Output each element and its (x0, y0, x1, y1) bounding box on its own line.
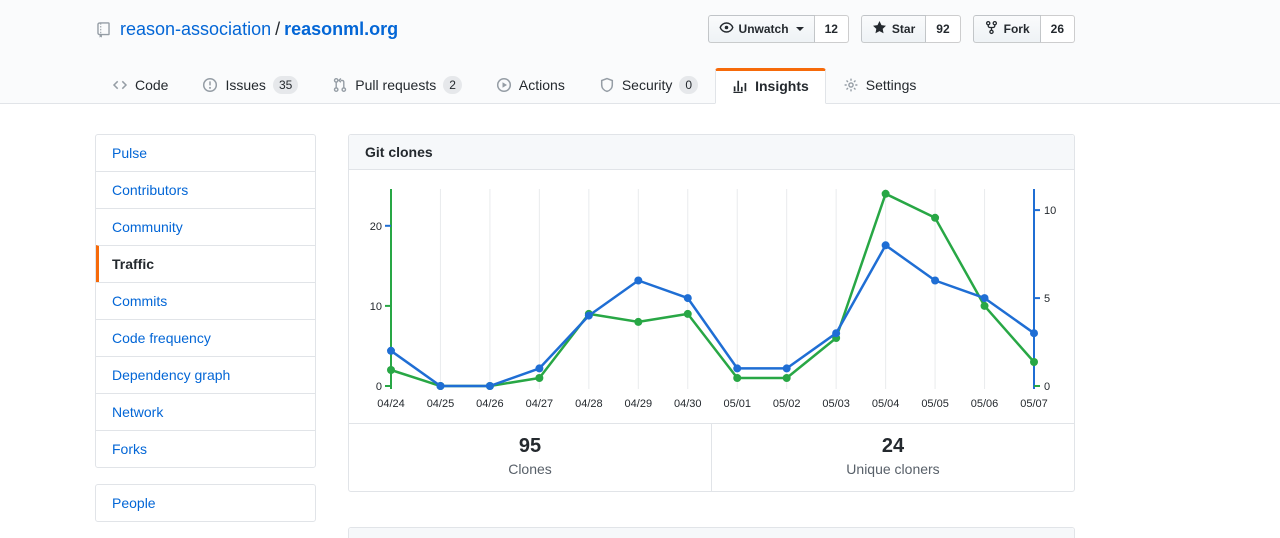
git-clones-panel: Git clones 0 10 20 0 5 10 04/24 04/25 04/26 04/27… (348, 134, 1075, 492)
svg-text:05/03: 05/03 (822, 398, 850, 410)
tab-settings[interactable]: Settings (826, 68, 934, 103)
unwatch-count[interactable]: 12 (815, 15, 849, 43)
sidebar-item-forks[interactable]: Forks (96, 430, 315, 467)
play-icon (496, 77, 512, 93)
repo-social-buttons: Unwatch12 Star92 Fork26 (708, 15, 1075, 43)
git-clones-title: Git clones (349, 135, 1074, 170)
sidebar-item-dependency-graph[interactable]: Dependency graph (96, 356, 315, 393)
repo-name-link[interactable]: reasonml.org (284, 19, 398, 39)
pr-icon (332, 77, 348, 93)
tab-insights[interactable]: Insights (715, 68, 826, 104)
insights-sidebar: PulseContributorsCommunityTrafficCommits… (95, 134, 316, 538)
star-button[interactable]: Star (861, 15, 926, 43)
svg-text:0: 0 (376, 381, 382, 393)
tab-counter: 2 (443, 76, 462, 94)
sidebar-item-contributors[interactable]: Contributors (96, 171, 315, 208)
svg-text:05/04: 05/04 (872, 398, 900, 410)
unwatch-button[interactable]: Unwatch (708, 15, 815, 43)
clones-stats-row: 95 Clones24 Unique cloners (349, 423, 1074, 491)
svg-text:04/29: 04/29 (625, 398, 653, 410)
svg-text:0: 0 (1044, 381, 1050, 393)
visitors-panel: Visitors (348, 527, 1075, 538)
shield-icon (599, 77, 615, 93)
svg-text:05/02: 05/02 (773, 398, 801, 410)
visitors-title: Visitors (349, 528, 1074, 538)
code-icon (112, 77, 128, 93)
unwatch-button-group: Unwatch12 (708, 15, 849, 43)
fork-button[interactable]: Fork (973, 15, 1041, 43)
tab-pull-requests[interactable]: Pull requests2 (315, 68, 479, 103)
fork-icon (984, 20, 999, 38)
tab-counter: 0 (679, 76, 698, 94)
issue-icon (202, 77, 218, 93)
svg-text:20: 20 (370, 221, 382, 233)
git-clones-chart-area: 0 10 20 0 5 10 04/24 04/25 04/26 04/27 04/28 04/29 0… (349, 170, 1074, 423)
svg-text:05/07: 05/07 (1020, 398, 1048, 410)
tab-issues[interactable]: Issues35 (185, 68, 315, 103)
stat-clones: 95 Clones (349, 424, 711, 491)
svg-text:04/26: 04/26 (476, 398, 504, 410)
repo-book-icon (95, 21, 112, 38)
tab-actions[interactable]: Actions (479, 68, 582, 103)
sidebar-item-community[interactable]: Community (96, 208, 315, 245)
star-icon (872, 20, 887, 38)
tab-security[interactable]: Security0 (582, 68, 715, 103)
svg-text:05/06: 05/06 (971, 398, 999, 410)
svg-text:10: 10 (370, 301, 382, 313)
clones-line-chart: 0 10 20 0 5 10 04/24 04/25 04/26 04/27 04/28 04/29 0… (349, 170, 1076, 423)
svg-text:04/24: 04/24 (377, 398, 405, 410)
repo-header: reason-association/reasonml.org Unwatch1… (0, 0, 1280, 104)
fork-count[interactable]: 26 (1041, 15, 1075, 43)
stat-label: Clones (349, 461, 711, 477)
tab-code[interactable]: Code (95, 68, 185, 103)
repo-separator: / (271, 19, 284, 39)
sidebar-item-network[interactable]: Network (96, 393, 315, 430)
traffic-main: Git clones 0 10 20 0 5 10 04/24 04/25 04/26 04/27… (348, 134, 1075, 538)
stat-unique-cloners: 24 Unique cloners (711, 424, 1074, 491)
sidebar-item-code-frequency[interactable]: Code frequency (96, 319, 315, 356)
svg-text:04/27: 04/27 (526, 398, 554, 410)
stat-value: 24 (712, 435, 1074, 458)
svg-text:04/28: 04/28 (575, 398, 603, 410)
dropdown-caret-icon (796, 27, 804, 35)
svg-text:05/01: 05/01 (723, 398, 751, 410)
fork-button-group: Fork26 (973, 15, 1075, 43)
svg-text:04/25: 04/25 (427, 398, 455, 410)
page-content: PulseContributorsCommunityTrafficCommits… (95, 134, 1075, 538)
sidebar-item-pulse[interactable]: Pulse (96, 135, 315, 171)
people-menu: People (95, 484, 316, 522)
svg-text:5: 5 (1044, 293, 1050, 305)
stat-value: 95 (349, 435, 711, 458)
eye-icon (719, 20, 734, 38)
tab-counter: 35 (273, 76, 298, 94)
graph-icon (732, 78, 748, 94)
sidebar-item-commits[interactable]: Commits (96, 282, 315, 319)
svg-text:10: 10 (1044, 205, 1056, 217)
gear-icon (843, 77, 859, 93)
star-button-group: Star92 (861, 15, 961, 43)
svg-text:05/05: 05/05 (921, 398, 949, 410)
star-count[interactable]: 92 (926, 15, 960, 43)
stat-label: Unique cloners (712, 461, 1074, 477)
repo-title: reason-association/reasonml.org (120, 15, 398, 43)
insights-menu: PulseContributorsCommunityTrafficCommits… (95, 134, 316, 468)
svg-text:04/30: 04/30 (674, 398, 702, 410)
repo-owner-link[interactable]: reason-association (120, 19, 271, 39)
sidebar-item-traffic[interactable]: Traffic (96, 245, 315, 282)
repo-tab-nav: CodeIssues35Pull requests2ActionsSecurit… (95, 68, 1075, 103)
sidebar-item-people[interactable]: People (96, 485, 315, 521)
